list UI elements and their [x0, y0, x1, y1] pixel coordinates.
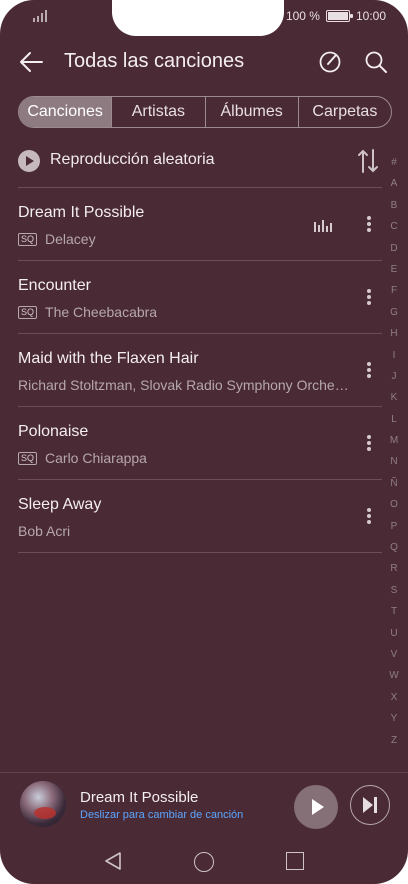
sort-icon[interactable]: [356, 148, 380, 174]
tab-canciones[interactable]: Canciones: [19, 97, 112, 127]
sq-badge: SQ: [18, 451, 38, 465]
shuffle-label: Reproducción aleatoria: [50, 151, 215, 168]
alphabet-letter[interactable]: F: [386, 280, 402, 301]
status-bar-right: 100 % 10:00: [286, 9, 386, 23]
song-title: Maid with the Flaxen Hair: [18, 350, 199, 367]
clock: 10:00: [355, 9, 386, 23]
song-subtitle: SQ Delacey: [18, 231, 96, 247]
shuffle-row[interactable]: Reproducción aleatoria: [18, 148, 380, 176]
alphabet-letter[interactable]: S: [386, 580, 402, 601]
song-title: Encounter: [18, 277, 91, 294]
back-arrow-icon[interactable]: [18, 50, 44, 74]
alphabet-letter[interactable]: R: [386, 558, 402, 579]
more-vertical-icon[interactable]: [366, 360, 372, 380]
swipe-hint: Deslizar para cambiar de canción: [80, 809, 244, 821]
song-subtitle: SQ Carlo Chiarappa: [18, 450, 147, 466]
page-title: Todas las canciones: [64, 50, 245, 72]
alphabet-letter[interactable]: Q: [386, 537, 402, 558]
alphabet-letter[interactable]: T: [386, 601, 402, 622]
equalizer-icon: [314, 220, 334, 232]
tab-artistas[interactable]: Artistas: [111, 97, 204, 127]
song-artist: Delacey: [45, 231, 96, 247]
song-artist: Carlo Chiarappa: [45, 450, 147, 466]
sq-badge: SQ: [18, 232, 38, 246]
alphabet-letter[interactable]: G: [386, 302, 402, 323]
edit-circle-icon[interactable]: [318, 50, 342, 74]
alphabet-letter[interactable]: J: [386, 366, 402, 387]
battery-percent: 100 %: [285, 9, 320, 23]
alphabet-letter[interactable]: C: [386, 216, 402, 237]
search-icon[interactable]: [364, 50, 388, 74]
alphabet-letter[interactable]: H: [386, 323, 402, 344]
alphabet-letter[interactable]: X: [386, 687, 402, 708]
more-vertical-icon[interactable]: [366, 506, 372, 526]
alphabet-letter[interactable]: V: [386, 644, 402, 665]
alphabet-letter[interactable]: A: [386, 173, 402, 194]
alphabet-letter[interactable]: O: [386, 494, 402, 515]
phone-screen: 100 % 10:00 Todas las canciones Cancione…: [0, 0, 408, 884]
song-row[interactable]: Polonaise SQ Carlo Chiarappa: [18, 406, 382, 479]
skip-next-button[interactable]: [350, 785, 390, 825]
more-vertical-icon[interactable]: [366, 214, 372, 234]
song-subtitle: Richard Stoltzman, Slovak Radio Symphony…: [18, 377, 349, 393]
system-nav-bar: [0, 842, 408, 884]
skip-next-icon: [363, 797, 373, 813]
song-row[interactable]: Dream It Possible SQ Delacey: [18, 187, 382, 260]
tab-carpetas[interactable]: Carpetas: [297, 97, 391, 127]
alphabet-letter[interactable]: Y: [386, 708, 402, 729]
album-cover: [20, 781, 66, 827]
alphabet-letter[interactable]: Z: [386, 730, 402, 751]
sq-badge: SQ: [18, 305, 38, 319]
alphabet-letter[interactable]: #: [386, 152, 402, 173]
more-vertical-icon[interactable]: [366, 287, 372, 307]
alphabet-letter[interactable]: E: [386, 259, 402, 280]
song-row[interactable]: Maid with the Flaxen Hair Richard Stoltz…: [18, 333, 382, 406]
song-title: Dream It Possible: [18, 204, 145, 221]
alphabet-letter[interactable]: U: [386, 623, 402, 644]
signal-icon: [33, 10, 47, 22]
alphabet-letter[interactable]: K: [386, 387, 402, 408]
mini-player[interactable]: Dream It Possible Deslizar para cambiar …: [0, 772, 408, 843]
song-artist: Richard Stoltzman, Slovak Radio Symphony…: [18, 377, 349, 393]
alphabet-letter[interactable]: D: [386, 238, 402, 259]
song-subtitle: Bob Acri: [18, 523, 70, 539]
song-title: Sleep Away: [18, 496, 102, 513]
alphabet-letter[interactable]: N: [386, 451, 402, 472]
song-artist: The Cheebacabra: [45, 304, 158, 320]
alphabet-letter[interactable]: W: [386, 665, 402, 686]
list-divider: [18, 552, 382, 553]
song-title: Polonaise: [18, 423, 89, 440]
song-artist: Bob Acri: [18, 523, 71, 539]
battery-icon: [325, 10, 353, 22]
camera-notch: [112, 0, 284, 36]
app-bar: Todas las canciones: [0, 38, 408, 86]
nav-home-icon[interactable]: [194, 852, 214, 872]
song-row[interactable]: Encounter SQ The Cheebacabra: [18, 260, 382, 333]
tab-albumes[interactable]: Álbumes: [204, 97, 298, 127]
nav-back-icon[interactable]: [104, 852, 122, 870]
play-circle-icon: [18, 150, 40, 172]
alphabet-letter[interactable]: Ñ: [386, 473, 402, 494]
alphabet-letter[interactable]: I: [386, 345, 402, 366]
alphabet-index[interactable]: # A B C D E F G H I J K L M N Ñ O P Q R S T U V W X Y Z: [386, 152, 402, 751]
song-subtitle: SQ The Cheebacabra: [18, 304, 157, 320]
tab-bar: Canciones Artistas Álbumes Carpetas: [18, 96, 392, 128]
alphabet-letter[interactable]: L: [386, 409, 402, 430]
alphabet-letter[interactable]: M: [386, 430, 402, 451]
more-vertical-icon[interactable]: [366, 433, 372, 453]
now-playing-title: Dream It Possible: [80, 789, 199, 806]
play-button[interactable]: [294, 785, 338, 829]
nav-recents-icon[interactable]: [286, 852, 304, 870]
song-list: Dream It Possible SQ Delacey Encounter S…: [18, 187, 382, 553]
alphabet-letter[interactable]: P: [386, 516, 402, 537]
song-row[interactable]: Sleep Away Bob Acri: [18, 479, 382, 552]
alphabet-letter[interactable]: B: [386, 195, 402, 216]
